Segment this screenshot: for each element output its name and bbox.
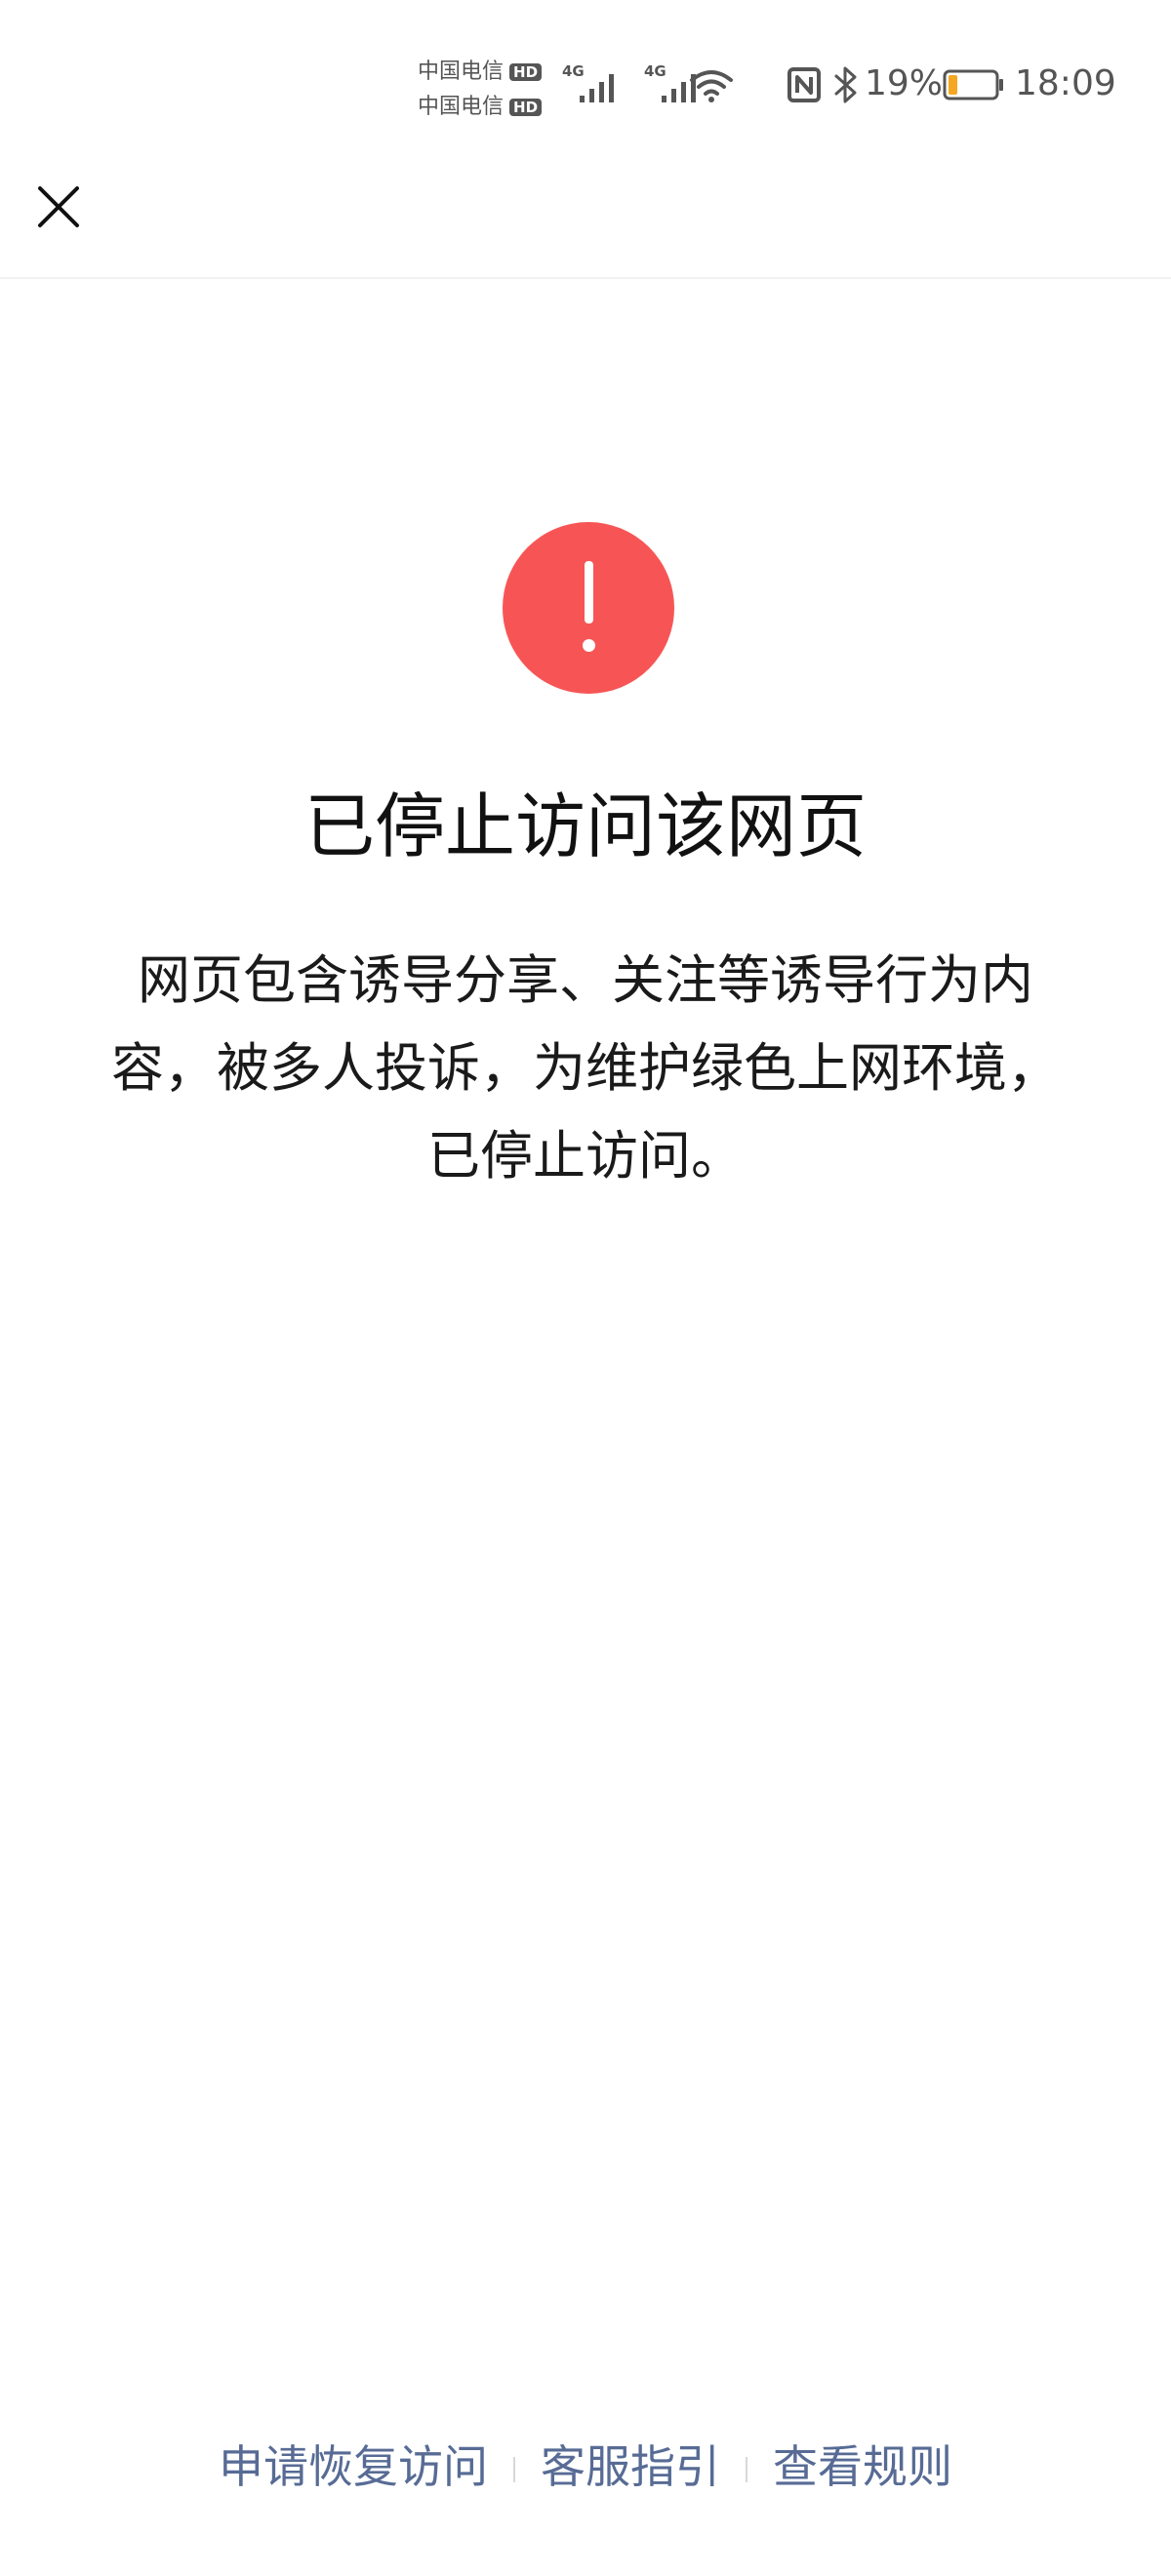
exclamation-circle-icon	[503, 522, 674, 694]
close-icon	[38, 186, 79, 227]
carrier-info: 中国电信 HD 中国电信 HD	[418, 55, 554, 125]
footer-separator	[513, 2457, 515, 2482]
close-button[interactable]	[20, 168, 98, 246]
nav-divider	[0, 277, 1171, 279]
carrier-name: 中国电信	[418, 60, 505, 84]
signal-icon: 4G	[562, 64, 625, 103]
hd-badge: HD	[509, 63, 543, 81]
footer-links: 申请恢复访问 客服指引 查看规则	[0, 2428, 1171, 2506]
bluetooth-icon	[834, 66, 857, 103]
battery-percentage: 19%	[865, 63, 944, 103]
view-rules-link[interactable]: 查看规则	[773, 2444, 952, 2489]
battery-icon	[943, 69, 1003, 101]
request-restore-link[interactable]: 申请恢复访问	[219, 2444, 488, 2489]
customer-service-link[interactable]: 客服指引	[541, 2444, 720, 2489]
wifi-icon	[690, 70, 733, 102]
page-title: 已停止访问该网页	[303, 785, 867, 867]
status-bar: 中国电信 HD 中国电信 HD 4G 4G 19% 18:09	[0, 0, 1171, 166]
clock: 18:09	[1015, 63, 1116, 103]
carrier-name: 中国电信	[418, 95, 505, 119]
footer-separator	[746, 2457, 747, 2482]
carrier-row: 中国电信 HD	[418, 55, 554, 90]
carrier-row: 中国电信 HD	[418, 90, 554, 125]
nfc-icon	[787, 67, 821, 102]
hd-badge: HD	[509, 99, 543, 116]
block-message: 网页包含诱导分享、关注等诱导行为内容，被多人投诉，为维护绿色上网环境，已停止访问…	[111, 949, 1060, 1187]
